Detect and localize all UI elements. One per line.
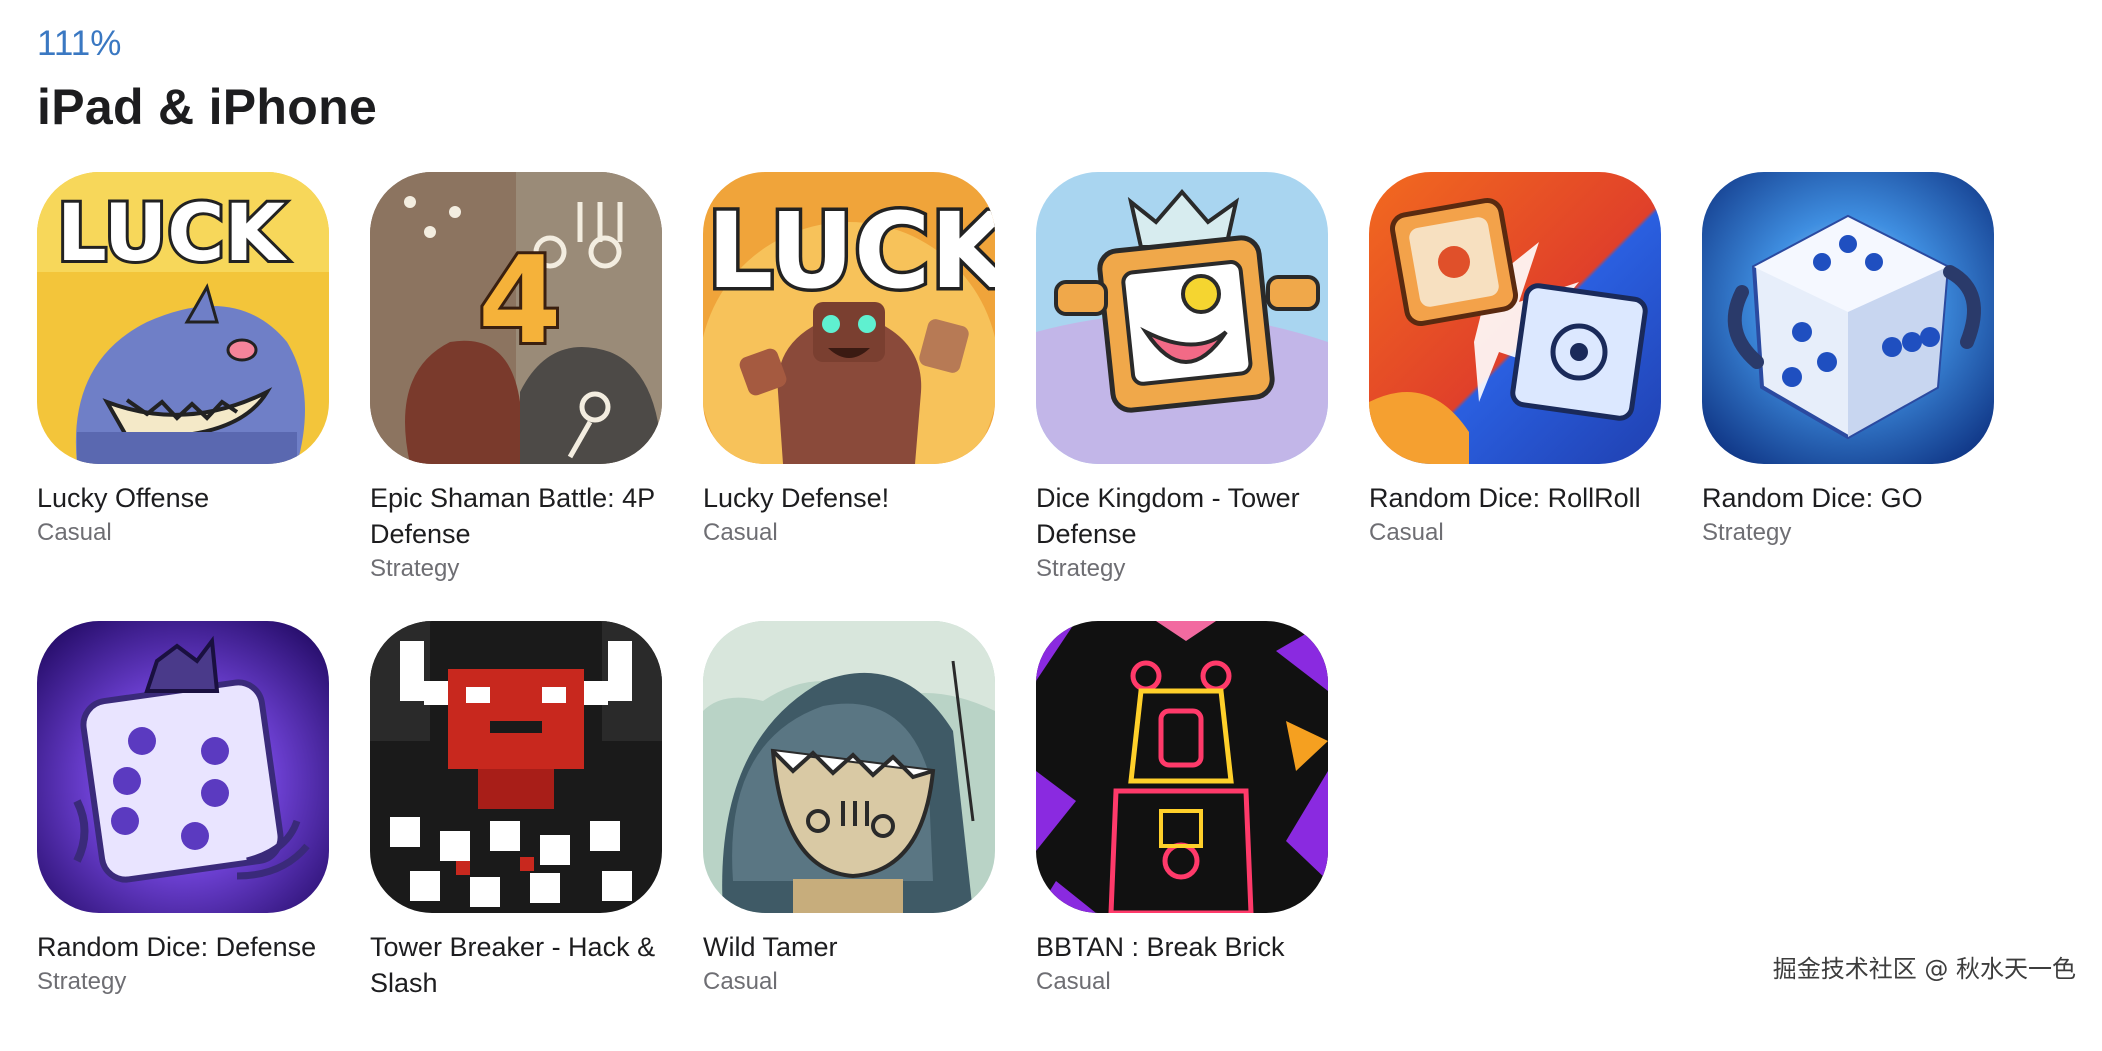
neon-monkey-icon[interactable]: [1036, 621, 1328, 913]
app-name[interactable]: Lucky Defense!: [703, 480, 995, 516]
svg-text:LUCK: LUCK: [707, 190, 995, 312]
app-tile[interactable]: Wild Tamer Casual: [703, 621, 995, 1051]
app-name[interactable]: Dice Kingdom - Tower Defense: [1036, 480, 1328, 552]
app-category: Casual: [703, 968, 778, 995]
app-category: Casual: [1036, 968, 1111, 995]
tv-king-icon[interactable]: [1036, 172, 1328, 464]
app-tile[interactable]: LUCK Lucky Defense! Casual: [703, 172, 995, 621]
purple-dice-icon[interactable]: [37, 621, 329, 913]
app-tile[interactable]: Tower Breaker - Hack & Slash: [370, 621, 662, 1051]
app-category: Casual: [1369, 519, 1444, 546]
blue-dice-icon[interactable]: [1702, 172, 1994, 464]
luck-golem-icon[interactable]: LUCK: [703, 172, 995, 464]
svg-text:4: 4: [478, 232, 562, 371]
watermark: 掘金技术社区 @ 秋水天一色: [1772, 955, 2076, 983]
app-tile[interactable]: Random Dice: RollRoll Casual: [1369, 172, 1661, 621]
app-tile[interactable]: Random Dice: Defense Strategy: [37, 621, 329, 1051]
app-name[interactable]: BBTAN : Break Brick: [1036, 929, 1328, 965]
app-category: Casual: [37, 519, 112, 546]
app-name[interactable]: Random Dice: Defense: [37, 929, 329, 965]
app-category: Strategy: [37, 968, 127, 995]
app-name[interactable]: Tower Breaker - Hack & Slash: [370, 929, 662, 1001]
app-category: Strategy: [370, 555, 460, 582]
app-category: Casual: [703, 519, 778, 546]
section-title: iPad & iPhone: [37, 79, 378, 135]
app-grid: LUCK Lucky Offense Casual 4 Epic Shaman …: [37, 172, 2037, 1051]
svg-text:LUCK: LUCK: [57, 189, 288, 279]
luck-shark-icon[interactable]: LUCK: [37, 172, 329, 464]
app-name[interactable]: Lucky Offense: [37, 480, 329, 516]
app-tile[interactable]: 4 Epic Shaman Battle: 4P Defense Strateg…: [370, 172, 662, 621]
zoom-level: 111%: [37, 24, 122, 63]
app-name[interactable]: Random Dice: GO: [1702, 480, 1994, 516]
app-category: Strategy: [1702, 519, 1792, 546]
app-name[interactable]: Epic Shaman Battle: 4P Defense: [370, 480, 662, 552]
app-tile[interactable]: Random Dice: GO Strategy: [1702, 172, 1994, 621]
app-tile[interactable]: LUCK Lucky Offense Casual: [37, 172, 329, 621]
clash-dice-icon[interactable]: [1369, 172, 1661, 464]
wild-tamer-icon[interactable]: [703, 621, 995, 913]
app-name[interactable]: Random Dice: RollRoll: [1369, 480, 1661, 516]
app-name[interactable]: Wild Tamer: [703, 929, 995, 965]
pixel-demon-icon[interactable]: [370, 621, 662, 913]
app-tile[interactable]: BBTAN : Break Brick Casual: [1036, 621, 1328, 1051]
shaman-4-icon[interactable]: 4: [370, 172, 662, 464]
app-tile[interactable]: Dice Kingdom - Tower Defense Strategy: [1036, 172, 1328, 621]
app-category: Strategy: [1036, 555, 1126, 582]
